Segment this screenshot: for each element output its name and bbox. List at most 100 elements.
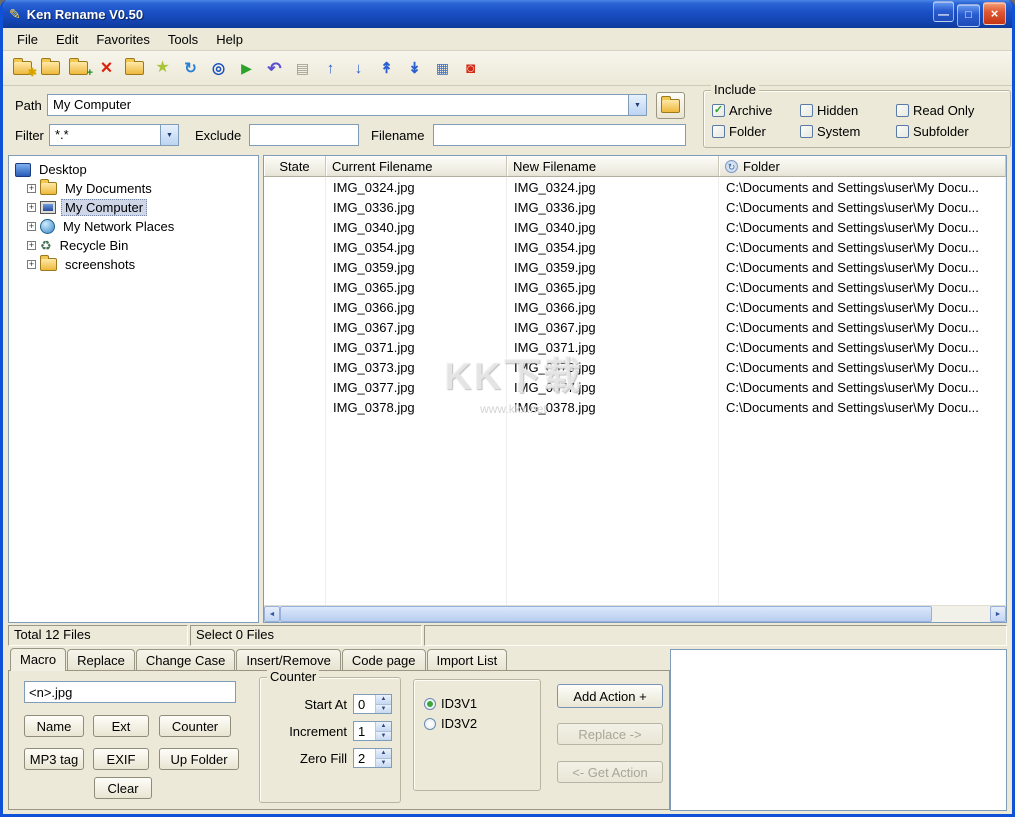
table-row[interactable]: IMG_0371.jpgIMG_0371.jpgC:\Documents and… (264, 337, 1006, 357)
radio-id3v1[interactable]: ID3V1 (424, 696, 540, 711)
path-combobox[interactable]: My Computer ▼ (47, 94, 647, 116)
open-folder-icon[interactable] (38, 56, 63, 81)
column-header-new-filename[interactable]: New Filename (507, 156, 719, 177)
table-row[interactable]: IMG_0378.jpgIMG_0378.jpgC:\Documents and… (264, 397, 1006, 417)
path-dropdown-button[interactable]: ▼ (628, 95, 646, 115)
checkbox-folder[interactable]: Folder (712, 124, 800, 139)
zero-fill-spinner[interactable]: 2▲▼ (353, 748, 392, 768)
undo-icon[interactable]: ↶ (262, 56, 287, 81)
exclude-input[interactable] (249, 124, 359, 146)
columns-icon[interactable]: ▦ (430, 56, 455, 81)
table-row[interactable]: IMG_0359.jpgIMG_0359.jpgC:\Documents and… (264, 257, 1006, 277)
favorites-icon[interactable]: ★ (150, 56, 175, 81)
expand-icon[interactable]: + (27, 222, 36, 231)
new-item-icon[interactable]: ✱ (10, 56, 35, 81)
mp3-tag-button[interactable]: MP3 tag (24, 748, 84, 770)
close-button[interactable]: × (983, 2, 1006, 25)
column-header-folder[interactable]: ↻Folder (719, 156, 1006, 177)
expand-icon[interactable]: + (27, 260, 36, 269)
get-action-button[interactable]: <- Get Action (557, 761, 663, 783)
column-header-state[interactable]: State (264, 156, 326, 177)
refresh-list-icon[interactable]: ↻ (178, 56, 203, 81)
filter-combobox[interactable]: *.* ▼ (49, 124, 179, 146)
spin-down-button[interactable]: ▼ (376, 759, 391, 768)
table-row[interactable]: IMG_0373.jpgIMG_0373.jpgC:\Documents and… (264, 357, 1006, 377)
spin-up-button[interactable]: ▲ (376, 722, 391, 732)
tree-item-my-network-places[interactable]: +My Network Places (9, 217, 258, 236)
name-button[interactable]: Name (24, 715, 84, 737)
table-row[interactable]: IMG_0367.jpgIMG_0367.jpgC:\Documents and… (264, 317, 1006, 337)
tab-macro[interactable]: Macro (10, 648, 66, 671)
replace-button[interactable]: Replace -> (557, 723, 663, 745)
checkbox-hidden[interactable]: Hidden (800, 103, 896, 118)
table-row[interactable]: IMG_0366.jpgIMG_0366.jpgC:\Documents and… (264, 297, 1006, 317)
scroll-track[interactable] (932, 606, 990, 622)
menu-file[interactable]: File (8, 30, 47, 49)
macro-pattern-input[interactable] (24, 681, 236, 703)
tree-item-my-computer[interactable]: +My Computer (9, 198, 258, 217)
menu-help[interactable]: Help (207, 30, 252, 49)
menu-favorites[interactable]: Favorites (87, 30, 158, 49)
table-row[interactable]: IMG_0365.jpgIMG_0365.jpgC:\Documents and… (264, 277, 1006, 297)
counter-button[interactable]: Counter (159, 715, 231, 737)
expand-icon[interactable]: + (27, 184, 36, 193)
action-list[interactable] (670, 649, 1007, 811)
menu-edit[interactable]: Edit (47, 30, 87, 49)
table-row[interactable]: IMG_0377.jpgIMG_0377.jpgC:\Documents and… (264, 377, 1006, 397)
tree-item-desktop[interactable]: Desktop (9, 160, 258, 179)
tab-replace[interactable]: Replace (67, 649, 135, 670)
spin-up-button[interactable]: ▲ (376, 749, 391, 759)
title-bar[interactable]: ✎ Ken Rename V0.50 —□× (3, 0, 1012, 28)
folder-icon[interactable] (122, 56, 147, 81)
move-bottom-icon[interactable]: ↡ (402, 56, 427, 81)
add-action-button[interactable]: Add Action + (557, 684, 663, 708)
horizontal-scrollbar[interactable]: ◄ ► (264, 605, 1006, 622)
increment-spinner[interactable]: 1▲▼ (353, 721, 392, 741)
tab-insert-remove[interactable]: Insert/Remove (236, 649, 341, 670)
tree-item-screenshots[interactable]: +screenshots (9, 255, 258, 274)
preview-icon[interactable]: ▤ (290, 56, 315, 81)
filter-dropdown-button[interactable]: ▼ (160, 125, 178, 145)
delete-icon[interactable]: × (94, 56, 119, 81)
start-at-spinner[interactable]: 0▲▼ (353, 694, 392, 714)
checkbox-archive[interactable]: ✓Archive (712, 103, 800, 118)
radio-id3v2[interactable]: ID3V2 (424, 716, 540, 731)
move-top-icon[interactable]: ↟ (374, 56, 399, 81)
minimize-button[interactable]: — (933, 1, 954, 22)
add-folder-icon[interactable]: + (66, 56, 91, 81)
clear-button[interactable]: Clear (94, 777, 152, 799)
tab-import-list[interactable]: Import List (427, 649, 508, 670)
table-row[interactable]: IMG_0336.jpgIMG_0336.jpgC:\Documents and… (264, 197, 1006, 217)
sort-icon[interactable]: ↻ (725, 160, 738, 173)
up-folder-button[interactable]: Up Folder (159, 748, 239, 770)
start-rename-icon[interactable]: ▶ (234, 56, 259, 81)
filename-input[interactable] (433, 124, 686, 146)
tree-item-recycle-bin[interactable]: +♻Recycle Bin (9, 236, 258, 255)
target-icon[interactable]: ◎ (206, 56, 231, 81)
exit-icon[interactable]: ◙ (458, 56, 483, 81)
menu-tools[interactable]: Tools (159, 30, 207, 49)
ext-button[interactable]: Ext (93, 715, 149, 737)
checkbox-subfolder[interactable]: Subfolder (896, 124, 1006, 139)
column-header-current-filename[interactable]: Current Filename (326, 156, 507, 177)
spin-down-button[interactable]: ▼ (376, 705, 391, 714)
spin-down-button[interactable]: ▼ (376, 732, 391, 741)
checkbox-system[interactable]: System (800, 124, 896, 139)
tab-change-case[interactable]: Change Case (136, 649, 236, 670)
tree-item-my-documents[interactable]: +My Documents (9, 179, 258, 198)
move-down-icon[interactable]: ↓ (346, 56, 371, 81)
expand-icon[interactable]: + (27, 203, 36, 212)
move-up-icon[interactable]: ↑ (318, 56, 343, 81)
exif-button[interactable]: EXIF (93, 748, 149, 770)
spin-up-button[interactable]: ▲ (376, 695, 391, 705)
tab-code-page[interactable]: Code page (342, 649, 426, 670)
maximize-button[interactable]: □ (957, 4, 980, 27)
expand-icon[interactable]: + (27, 241, 36, 250)
browse-folder-button[interactable] (656, 92, 685, 119)
table-row[interactable]: IMG_0340.jpgIMG_0340.jpgC:\Documents and… (264, 217, 1006, 237)
checkbox-read-only[interactable]: Read Only (896, 103, 1006, 118)
scroll-right-button[interactable]: ► (990, 606, 1006, 622)
table-row[interactable]: IMG_0354.jpgIMG_0354.jpgC:\Documents and… (264, 237, 1006, 257)
scroll-left-button[interactable]: ◄ (264, 606, 280, 622)
table-row[interactable]: IMG_0324.jpgIMG_0324.jpgC:\Documents and… (264, 177, 1006, 197)
